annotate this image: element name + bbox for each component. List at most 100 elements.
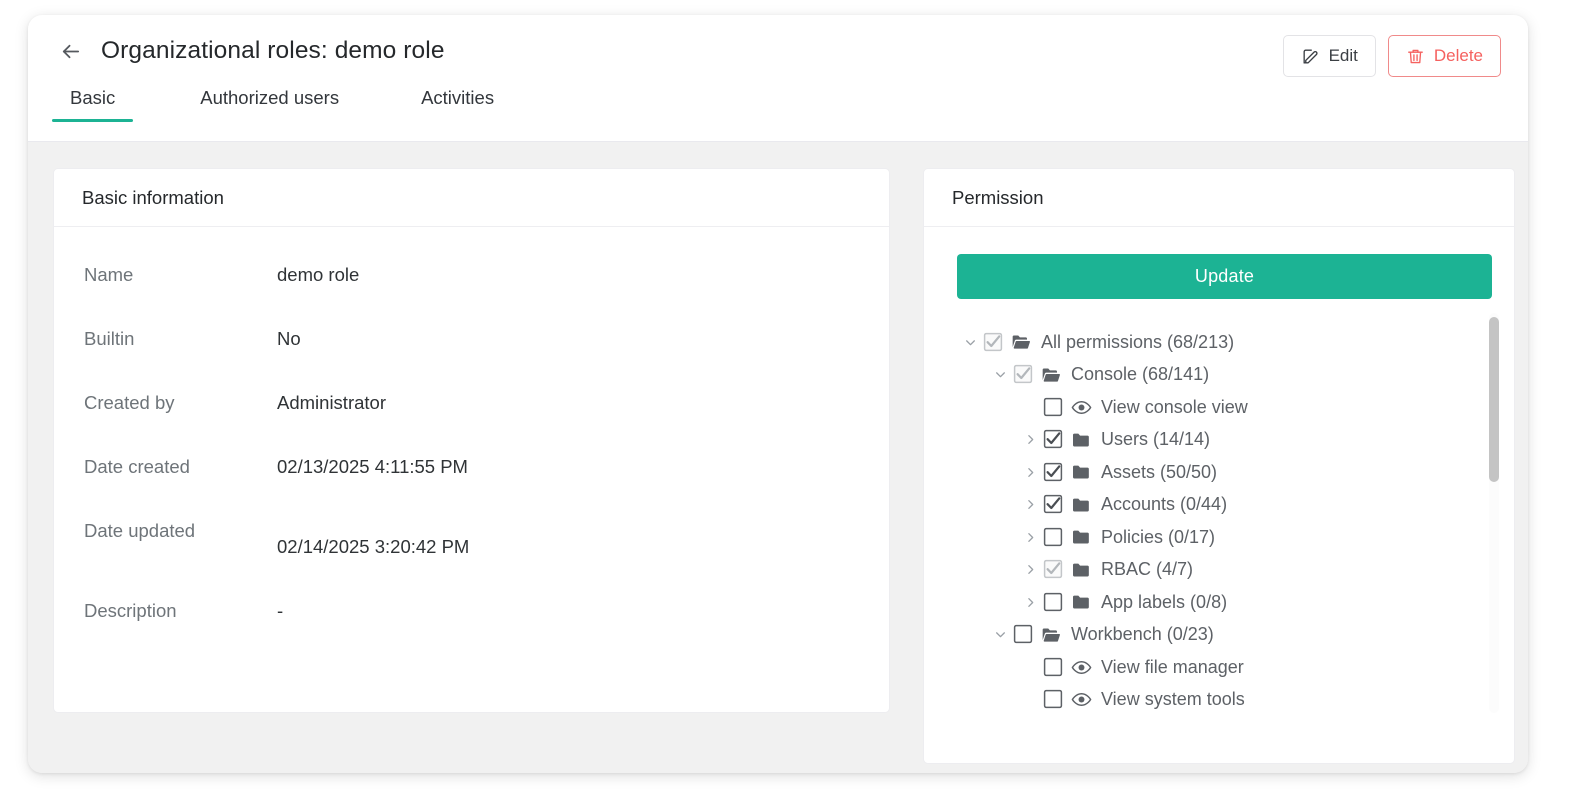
tree-node-checkbox[interactable]	[1043, 559, 1064, 580]
tree-node[interactable]: RBAC (4/7)	[957, 554, 1492, 587]
tree-node[interactable]: Policies (0/17)	[957, 521, 1492, 554]
folder-icon	[1073, 433, 1089, 447]
info-row-description: Description -	[84, 595, 889, 628]
checkbox-partial-icon	[983, 332, 1003, 351]
tree-node-checkbox[interactable]	[1043, 429, 1064, 450]
info-value-builtin: No	[277, 327, 301, 349]
tab-basic[interactable]: Basic	[51, 87, 134, 122]
info-label-builtin: Builtin	[84, 327, 135, 349]
info-value-name: demo role	[277, 264, 360, 285]
tab-basic-label: Basic	[70, 87, 116, 108]
permission-tree-scrollbar[interactable]	[1489, 313, 1499, 713]
delete-button[interactable]: Delete	[1387, 35, 1501, 77]
header-actions: Edit Delete	[1282, 35, 1501, 77]
tab-activities[interactable]: Activities	[421, 87, 494, 122]
tab-activities-label: Activities	[421, 87, 495, 108]
tree-node-checkbox[interactable]	[983, 332, 1004, 353]
tree-node-checkbox[interactable]	[1043, 657, 1064, 678]
chevron-right-icon	[1027, 597, 1033, 607]
tree-node[interactable]: Workbench (0/23)	[957, 619, 1492, 652]
info-label-date-updated: Date updated	[84, 519, 196, 541]
info-label-created-by: Created by	[84, 391, 175, 413]
folder-icon	[1071, 592, 1092, 612]
folder-open-icon	[1042, 628, 1060, 642]
info-value-date-updated: 02/14/2025 3:20:42 PM	[277, 535, 470, 557]
tree-node-checkbox[interactable]	[1043, 397, 1064, 418]
folder-icon	[1073, 465, 1089, 479]
info-value-created-by: Administrator	[277, 391, 386, 413]
tree-node-checkbox[interactable]	[1043, 527, 1064, 548]
tree-node-checkbox[interactable]	[1043, 494, 1064, 515]
tree-node-label: Policies (0/17)	[1101, 526, 1216, 547]
back-button[interactable]	[53, 34, 87, 68]
folder-icon	[1071, 527, 1092, 547]
info-label-name: Name	[84, 264, 134, 285]
checkbox-partial-icon	[1013, 365, 1033, 384]
folder-icon	[1073, 595, 1089, 609]
checkbox-unchecked-icon	[1043, 592, 1063, 611]
info-row-date-updated: Date updated 02/14/2025 3:20:42 PM	[84, 515, 889, 564]
eye-icon	[1071, 689, 1092, 710]
tree-node-checkbox[interactable]	[1043, 462, 1064, 483]
chevron-right-icon	[1027, 532, 1033, 542]
tree-node-checkbox[interactable]	[1013, 624, 1034, 645]
folder-icon	[1071, 560, 1092, 580]
info-value-date-created: 02/13/2025 4:11:55 PM	[277, 455, 468, 477]
folder-open-icon	[1012, 335, 1030, 349]
tree-node[interactable]: App labels (0/8)	[957, 586, 1492, 619]
update-button[interactable]: Update	[957, 254, 1492, 299]
tree-caret-toggle[interactable]	[1017, 466, 1043, 479]
edit-button-label: Edit	[1328, 46, 1358, 65]
app-window: Organizational roles: demo role Edit Del…	[28, 15, 1528, 773]
tree-caret-toggle[interactable]	[1017, 596, 1043, 609]
checkbox-checked-icon	[1043, 495, 1063, 514]
tree-node-label: All permissions (68/213)	[1041, 331, 1235, 352]
tree-caret-toggle[interactable]	[1017, 531, 1043, 544]
edit-pencil-square-icon	[1303, 48, 1318, 64]
tree-node-checkbox[interactable]	[1013, 364, 1034, 385]
content-area: Basic information Name demo role Builtin…	[28, 142, 1528, 773]
basic-information-title: Basic information	[82, 186, 224, 208]
tab-authorized-users[interactable]: Authorized users	[200, 87, 339, 122]
permission-header: Permission	[924, 169, 1514, 227]
tree-node-label: View file manager	[1101, 656, 1244, 677]
tree-node[interactable]: View file manager	[957, 651, 1492, 684]
tree-node[interactable]: Console (68/141)	[957, 359, 1492, 392]
tree-node[interactable]: Users (14/14)	[957, 424, 1492, 457]
eye-icon	[1071, 400, 1092, 414]
tree-node[interactable]: View system tools	[957, 684, 1492, 717]
folder-open-icon	[1042, 368, 1060, 382]
tab-authorized-users-label: Authorized users	[200, 87, 340, 108]
tree-node[interactable]: View console view	[957, 391, 1492, 424]
permission-tree-scrollbar-thumb[interactable]	[1489, 317, 1499, 482]
page-title: Organizational roles: demo role	[101, 37, 445, 64]
tree-caret-toggle[interactable]	[987, 368, 1013, 381]
permission-tree: All permissions (68/213) Console (68/141)…	[957, 326, 1492, 716]
tree-caret-toggle[interactable]	[1017, 563, 1043, 576]
basic-information-card: Basic information Name demo role Builtin…	[53, 168, 890, 713]
tree-caret-toggle[interactable]	[1017, 498, 1043, 511]
tree-node-label: Assets (50/50)	[1101, 461, 1218, 482]
basic-information-header: Basic information	[54, 169, 889, 227]
checkbox-unchecked-icon	[1013, 625, 1033, 644]
tree-node-checkbox[interactable]	[1043, 689, 1064, 710]
tree-caret-toggle[interactable]	[1017, 433, 1043, 446]
trash-icon	[1407, 49, 1423, 63]
tree-node[interactable]: All permissions (68/213)	[957, 326, 1492, 359]
tree-caret-toggle[interactable]	[987, 628, 1013, 641]
edit-button[interactable]: Edit	[1282, 35, 1376, 77]
tree-node-checkbox[interactable]	[1043, 592, 1064, 613]
checkbox-unchecked-icon	[1043, 690, 1063, 709]
tree-node[interactable]: Accounts (0/44)	[957, 489, 1492, 522]
chevron-right-icon	[1027, 500, 1033, 510]
info-row-created-by: Created by Administrator	[84, 387, 889, 420]
permission-title: Permission	[952, 186, 1044, 208]
folder-icon	[1071, 430, 1092, 450]
chevron-down-icon	[995, 372, 1005, 378]
chevron-down-icon	[995, 632, 1005, 638]
tree-node[interactable]: Assets (50/50)	[957, 456, 1492, 489]
delete-button-label: Delete	[1433, 46, 1483, 65]
tree-caret-toggle[interactable]	[957, 336, 983, 349]
chevron-right-icon	[1027, 467, 1033, 477]
tree-node-label: View system tools	[1101, 689, 1245, 710]
